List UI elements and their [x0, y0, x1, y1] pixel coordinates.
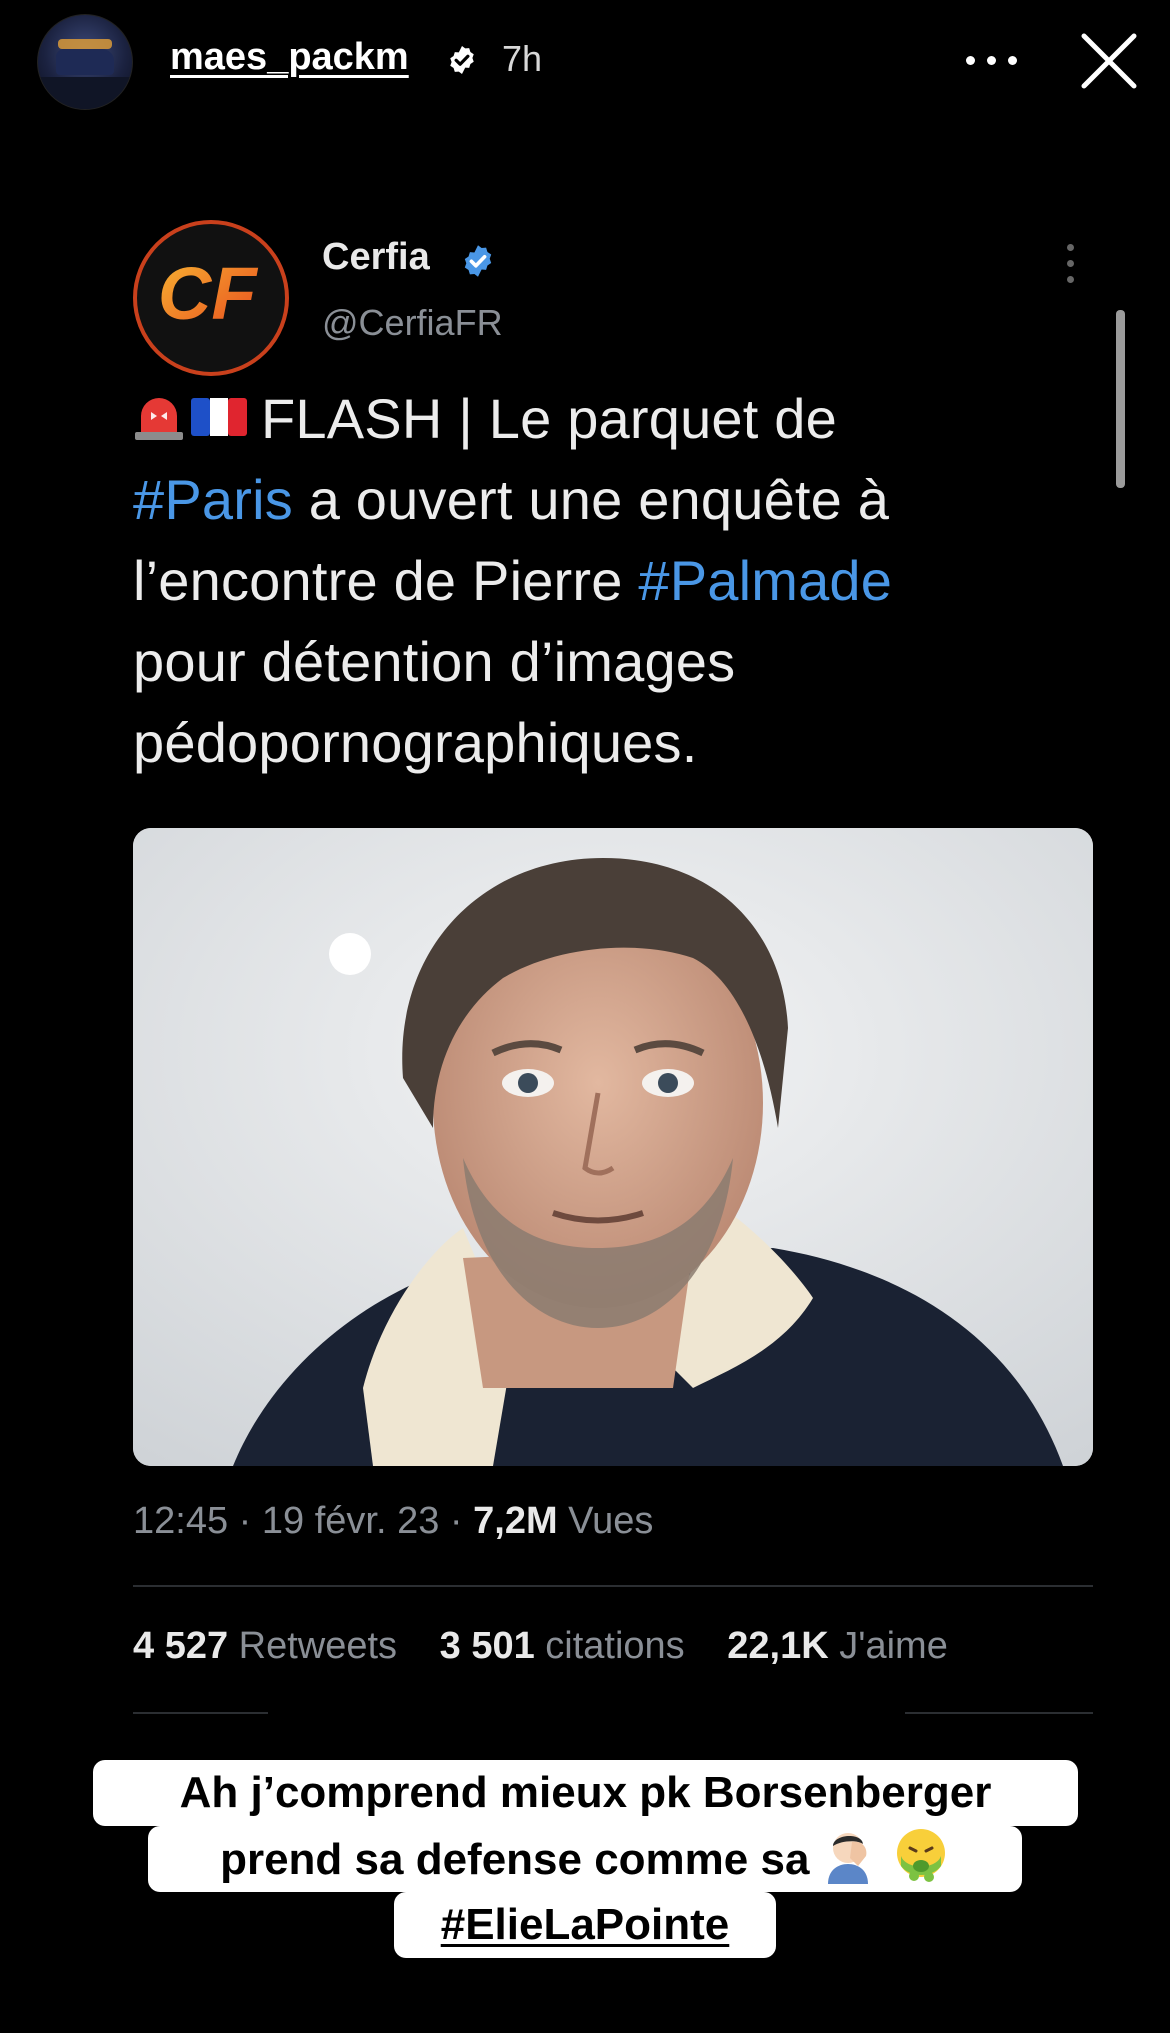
story-header: maes_packm 7h	[0, 0, 1170, 130]
scrollbar[interactable]	[1116, 310, 1125, 488]
avatar-art	[56, 49, 114, 75]
more-horizontal-icon	[987, 56, 996, 65]
tweet-author-handle[interactable]: @CerfiaFR	[322, 302, 503, 344]
tweet-text-line: FLASH | Le parquet de	[133, 378, 1063, 459]
divider	[133, 1585, 1093, 1587]
views-count: 7,2M	[473, 1500, 558, 1542]
tweet-meta: 12:45 · 19 févr. 23 · 7,2M Vues	[133, 1500, 653, 1543]
views-label: Vues	[568, 1500, 654, 1542]
tweet-more-menu[interactable]	[1060, 240, 1080, 290]
tweet-text-line: l’encontre de Pierre #Palmade	[133, 540, 1063, 621]
tweet-date[interactable]: 19 févr. 23	[262, 1500, 439, 1542]
tweet-time[interactable]: 12:45	[133, 1500, 228, 1542]
nauseated-face-emoji-icon	[896, 1829, 945, 1882]
more-vertical-icon	[1067, 244, 1074, 251]
tweet-text-segment: a ouvert une enquête à	[292, 468, 890, 531]
tweet-photo[interactable]	[133, 828, 1093, 1466]
close-icon[interactable]	[1078, 30, 1140, 92]
tweet-text-segment: FLASH | Le parquet de	[261, 387, 837, 450]
divider	[133, 1712, 268, 1714]
cerfia-logo[interactable]: CF	[133, 220, 289, 376]
verified-badge-icon	[464, 245, 492, 277]
meta-separator: ·	[439, 1500, 474, 1542]
more-vertical-icon	[1067, 260, 1074, 267]
verified-badge-icon	[450, 46, 474, 74]
more-vertical-icon	[1067, 276, 1074, 283]
likes-stat[interactable]: 22,1K J'aime	[727, 1625, 948, 1667]
quotes-count: 3 501	[439, 1625, 535, 1667]
tweet-text: FLASH | Le parquet de #Paris a ouvert un…	[133, 378, 1063, 783]
story-username[interactable]: maes_packm	[170, 36, 409, 79]
hashtag-link[interactable]: #Paris	[133, 468, 293, 531]
avatar-art	[38, 77, 132, 109]
likes-count: 22,1K	[727, 1625, 829, 1667]
tweet-text-line: pour détention d’images	[133, 630, 736, 693]
avatar-art	[58, 39, 112, 49]
french-flag-emoji-icon	[191, 398, 247, 436]
svg-text:CF: CF	[158, 252, 258, 335]
meta-separator: ·	[228, 1500, 262, 1542]
quotes-stat[interactable]: 3 501 citations	[440, 1625, 685, 1667]
tweet-stats: 4 527 Retweets 3 501 citations 22,1K J'a…	[133, 1625, 980, 1668]
caption-hashtag[interactable]: #ElieLaPointe	[441, 1900, 730, 1949]
retweets-stat[interactable]: 4 527 Retweets	[133, 1625, 397, 1667]
tweet-text-line: pédopornographiques.	[133, 711, 698, 774]
retweets-count: 4 527	[133, 1625, 229, 1667]
divider	[905, 1712, 1093, 1714]
more-horizontal-icon	[1008, 56, 1017, 65]
tweet-text-line: #Paris a ouvert une enquête à	[133, 459, 1063, 540]
touch-indicator	[329, 933, 371, 975]
siren-emoji-icon	[135, 398, 183, 440]
profile-avatar[interactable]	[37, 14, 133, 110]
tweet-author-name[interactable]: Cerfia	[322, 236, 430, 279]
portrait-image	[133, 828, 1093, 1466]
cerfia-logo-icon: CF	[158, 252, 258, 335]
more-options-button[interactable]	[960, 40, 1024, 80]
likes-label: J'aime	[839, 1625, 948, 1667]
caption-line: prend sa defense comme sa	[148, 1826, 1022, 1892]
story-time: 7h	[502, 38, 543, 79]
more-horizontal-icon	[966, 56, 975, 65]
hashtag-link[interactable]: #Palmade	[638, 549, 892, 612]
caption-text: Ah j’comprend mieux pk Borsenberger	[179, 1768, 992, 1817]
tweet-text-segment: l’encontre de Pierre	[133, 549, 639, 612]
retweets-label: Retweets	[238, 1625, 398, 1667]
caption-line: Ah j’comprend mieux pk Borsenberger	[93, 1760, 1078, 1826]
caption-text: prend sa defense comme sa	[220, 1835, 810, 1884]
facepalm-emoji-icon	[827, 1833, 868, 1884]
caption-line: #ElieLaPointe	[394, 1892, 776, 1958]
quotes-label: citations	[545, 1625, 685, 1667]
